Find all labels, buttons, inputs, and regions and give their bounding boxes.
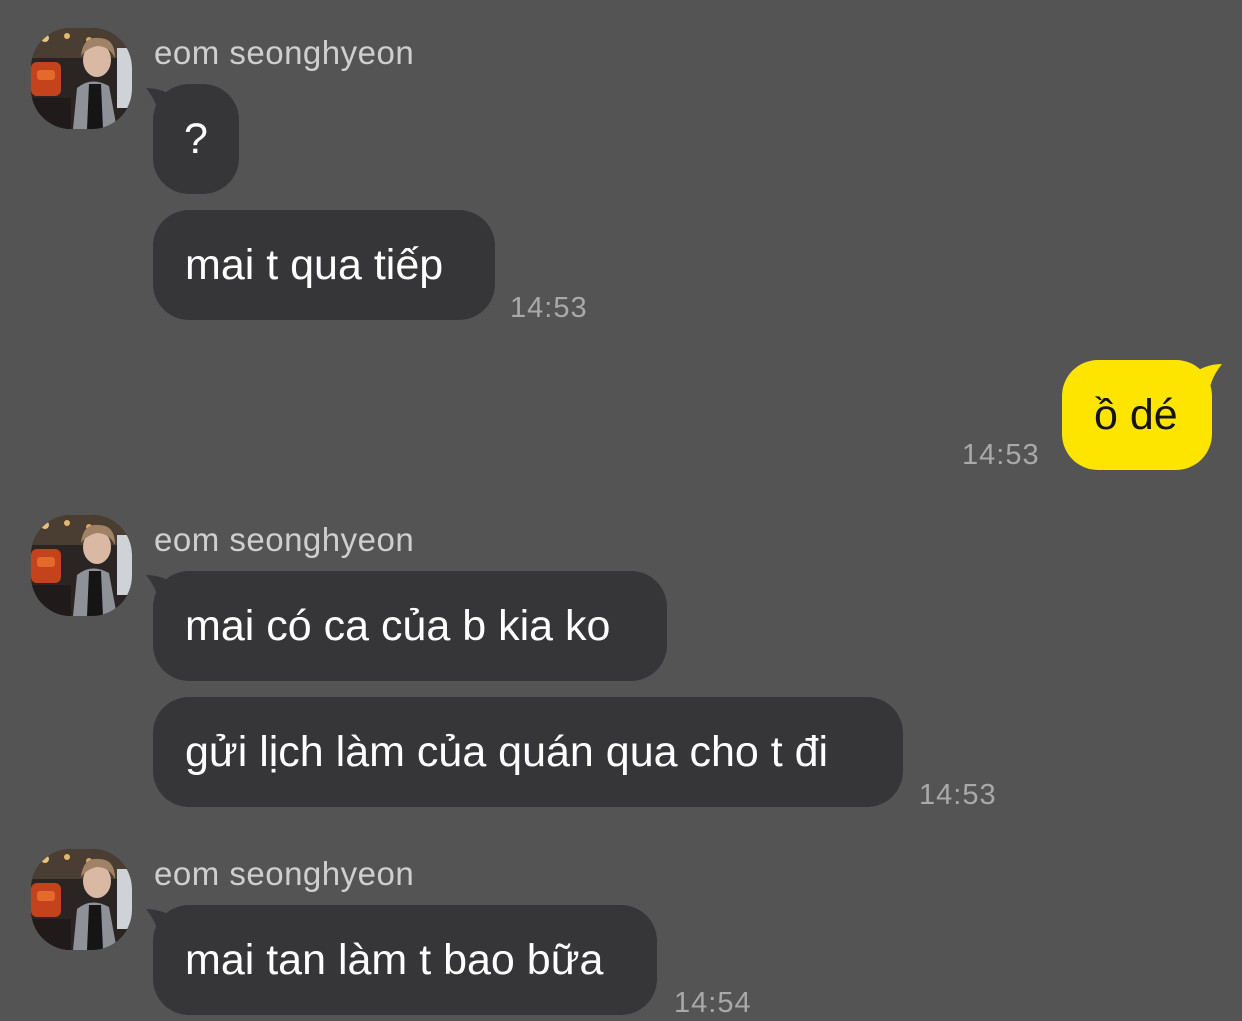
profile-photo — [31, 28, 132, 129]
message-text: ồ dé — [1094, 390, 1178, 439]
bubble-tail — [1190, 364, 1222, 402]
avatar[interactable] — [31, 515, 132, 616]
avatar[interactable] — [31, 849, 132, 950]
message-text: mai tan làm t bao bữa — [185, 935, 604, 984]
message-timestamp: 14:53 — [919, 779, 997, 811]
incoming-message-bubble[interactable]: mai t qua tiếp — [153, 210, 495, 320]
message-timestamp: 14:54 — [674, 987, 752, 1019]
profile-photo — [31, 849, 132, 950]
incoming-message-bubble[interactable]: gửi lịch làm của quán qua cho t đi — [153, 697, 903, 807]
profile-photo — [31, 515, 132, 616]
incoming-message-bubble[interactable]: mai có ca của b kia ko — [153, 571, 667, 681]
avatar[interactable] — [31, 28, 132, 129]
message-timestamp: 14:53 — [510, 292, 588, 324]
message-text: ? — [184, 114, 208, 163]
sender-name: eom seonghyeon — [154, 521, 415, 558]
message-text: mai có ca của b kia ko — [185, 601, 611, 650]
sender-name: eom seonghyeon — [154, 855, 415, 892]
message-timestamp: 14:53 — [962, 439, 1040, 471]
sender-name: eom seonghyeon — [154, 34, 415, 71]
message-text: mai t qua tiếp — [185, 240, 444, 289]
message-text: gửi lịch làm của quán qua cho t đi — [185, 727, 829, 776]
incoming-message-bubble[interactable]: ? — [153, 84, 239, 194]
incoming-message-bubble[interactable]: mai tan làm t bao bữa — [153, 905, 657, 1015]
